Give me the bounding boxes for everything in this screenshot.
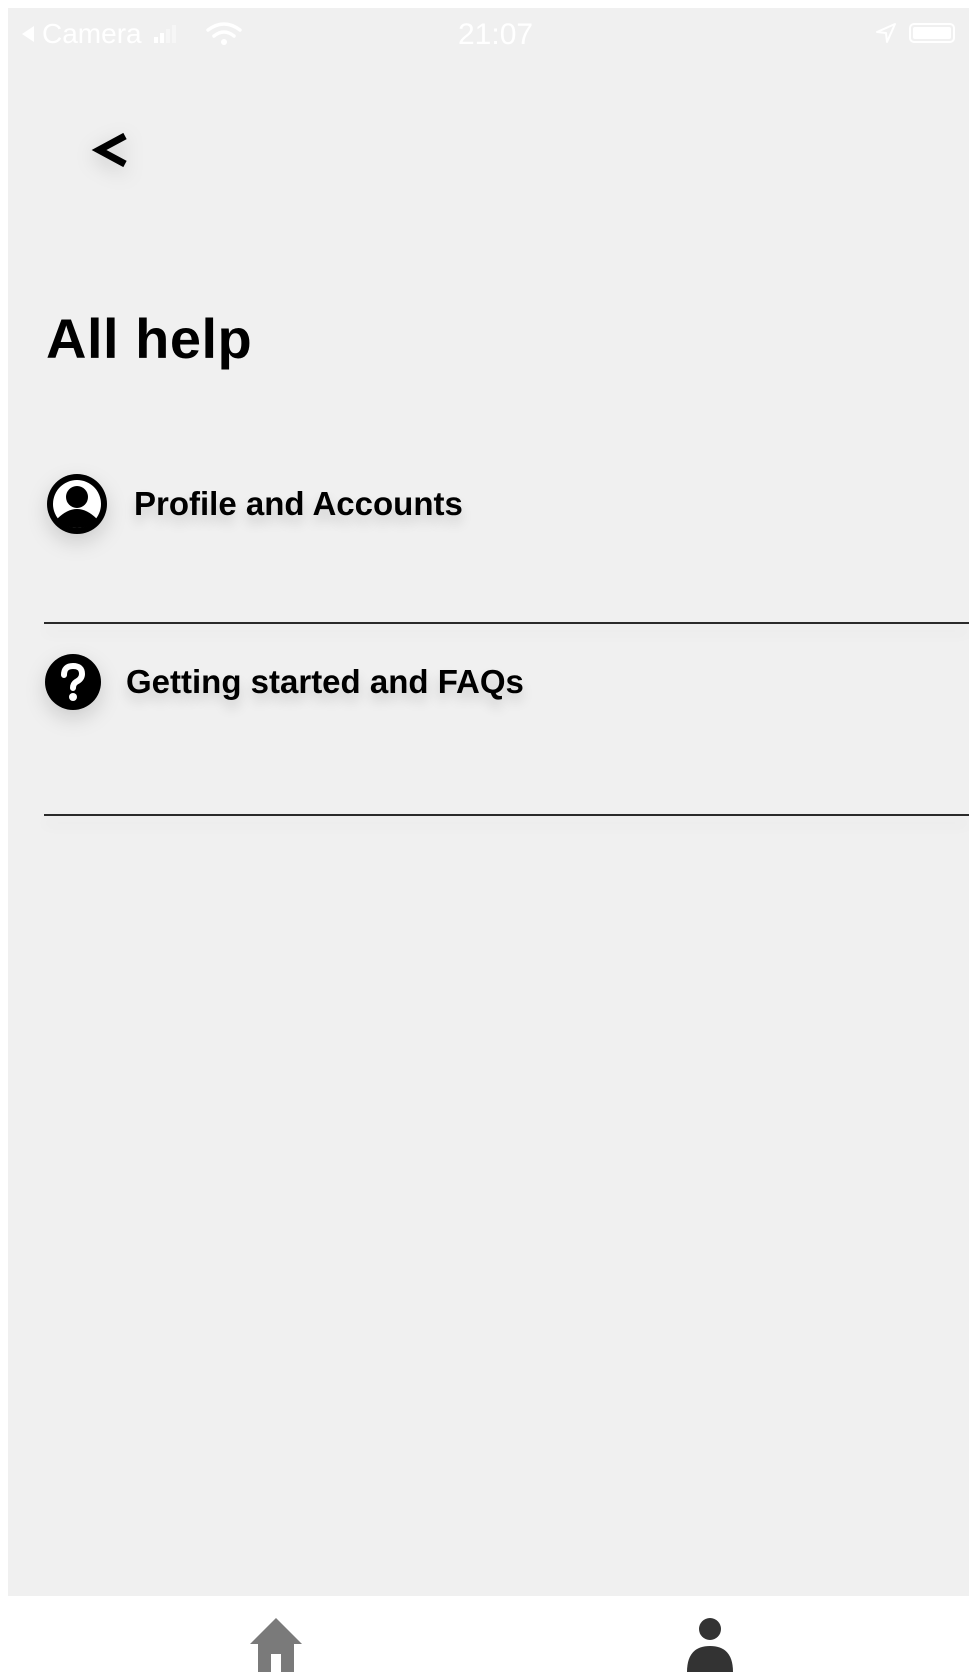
app-screen: Camera 21:07 All help Profile and Accoun… bbox=[8, 8, 969, 1596]
back-button[interactable] bbox=[76, 120, 146, 180]
help-item-label: Profile and Accounts bbox=[134, 485, 463, 522]
location-arrow-icon bbox=[876, 23, 896, 43]
tab-home[interactable] bbox=[236, 1616, 316, 1676]
tab-bar bbox=[0, 1596, 969, 1673]
home-icon bbox=[250, 1618, 302, 1672]
battery-icon bbox=[909, 23, 955, 43]
divider bbox=[44, 622, 969, 624]
status-right-indicators bbox=[875, 22, 955, 44]
help-item-profile-and-accounts[interactable]: Profile and Accounts bbox=[44, 454, 463, 554]
help-item-label: Getting started and FAQs bbox=[126, 663, 524, 700]
cellular-signal-icon bbox=[153, 25, 176, 43]
chevron-left-icon bbox=[91, 132, 127, 168]
status-back-arrow-icon bbox=[22, 26, 34, 42]
help-item-getting-started-and-faqs[interactable]: Getting started and FAQs bbox=[44, 632, 524, 732]
wifi-icon bbox=[205, 22, 242, 45]
tab-profile[interactable] bbox=[670, 1616, 750, 1676]
help-circle-icon bbox=[44, 653, 102, 711]
page-title: All help bbox=[46, 307, 253, 370]
status-time: 21:07 bbox=[458, 18, 534, 51]
account-circle-icon bbox=[44, 471, 110, 537]
status-back-to-app[interactable]: Camera bbox=[22, 18, 242, 50]
status-bar: Camera 21:07 bbox=[8, 8, 969, 64]
person-icon bbox=[687, 1618, 733, 1672]
divider bbox=[44, 814, 969, 816]
status-back-app-label: Camera bbox=[42, 18, 142, 49]
